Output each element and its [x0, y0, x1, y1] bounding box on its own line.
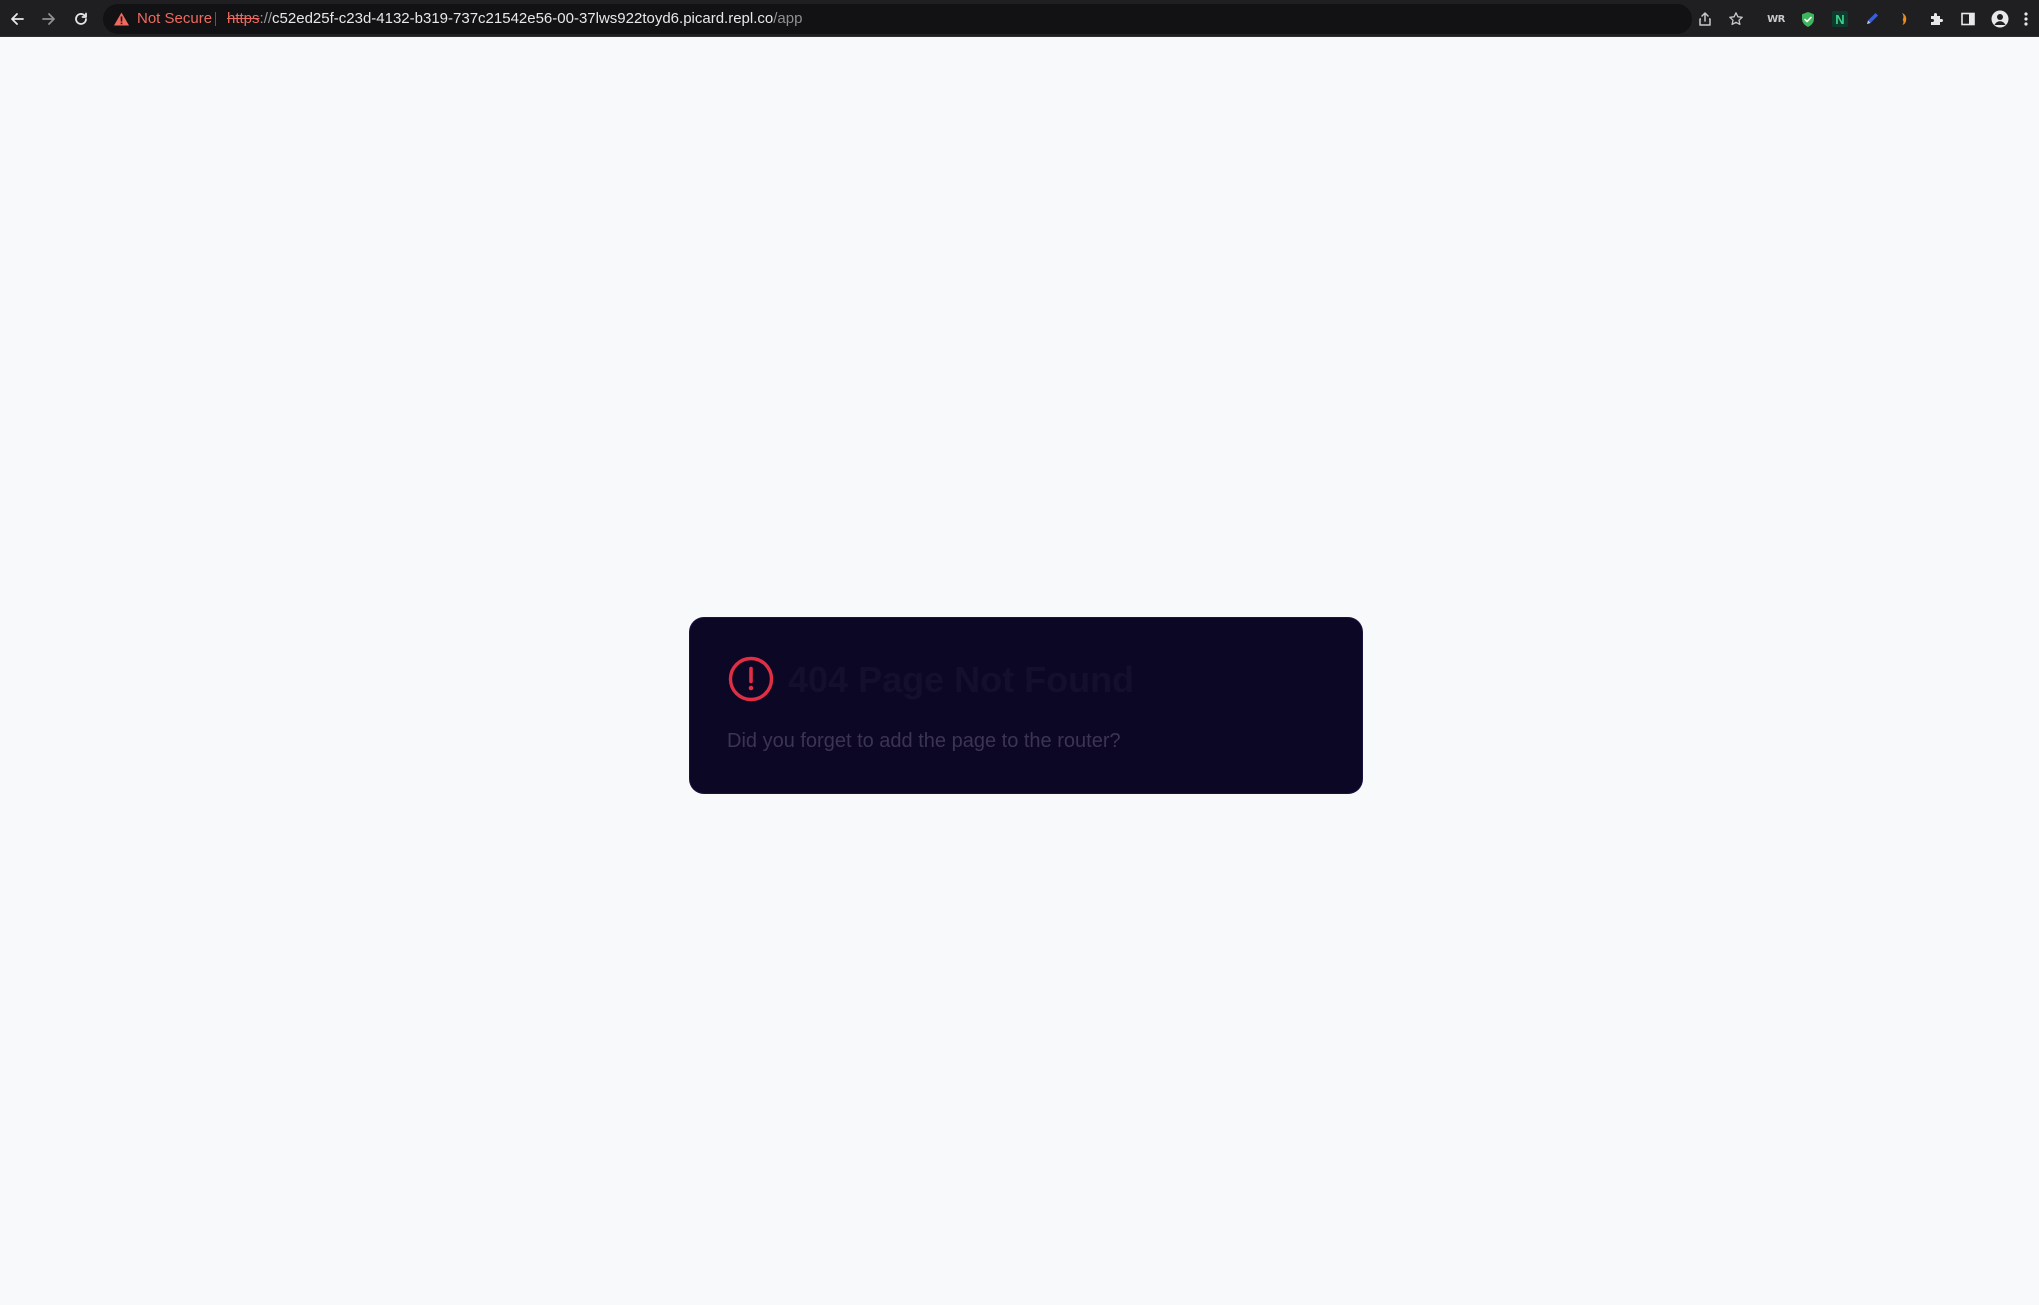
menu-button[interactable]: [2017, 8, 2035, 30]
profile-button[interactable]: [1989, 8, 2011, 30]
extension-pen-button[interactable]: [1861, 8, 1883, 30]
wr-extension-icon: WR: [1767, 13, 1785, 25]
side-panel-button[interactable]: [1957, 8, 1979, 30]
star-icon: [1729, 12, 1743, 26]
address-bar[interactable]: Not Secure https://c52ed25f-c23d-4132-b3…: [103, 4, 1692, 34]
reload-icon: [75, 12, 87, 25]
avatar-icon: [1991, 10, 2009, 28]
side-panel-icon: [1961, 12, 1975, 26]
extension-shield-button[interactable]: [1797, 8, 1819, 30]
alert-circle-icon: [728, 656, 774, 702]
extension-n-button[interactable]: N: [1829, 8, 1851, 30]
shield-check-icon: [1802, 11, 1814, 27]
arrow-left-icon: [11, 13, 24, 25]
forward-button[interactable]: [36, 6, 62, 32]
share-button[interactable]: [1694, 8, 1716, 30]
extension-orange-button[interactable]: [1893, 8, 1915, 30]
puzzle-icon: [1931, 13, 1943, 25]
url-scheme: https: [227, 10, 260, 27]
arrow-right-icon: [42, 13, 55, 25]
error-card: 404 Page Not Found Did you forget to add…: [690, 618, 1362, 793]
back-button[interactable]: [4, 6, 30, 32]
flame-icon: [1902, 13, 1907, 25]
reload-button[interactable]: [68, 6, 94, 32]
security-label[interactable]: Not Secure: [137, 11, 212, 27]
n-extension-icon: N: [1832, 11, 1848, 27]
url-text[interactable]: https://c52ed25f-c23d-4132-b319-737c2154…: [227, 11, 802, 27]
url-scheme-separator: ://: [259, 10, 273, 27]
browser-toolbar: Not Secure https://c52ed25f-c23d-4132-b3…: [0, 0, 2039, 37]
url-path: /app: [773, 10, 803, 27]
extensions-button[interactable]: [1925, 8, 1947, 30]
bookmark-button[interactable]: [1725, 8, 1747, 30]
error-message: Did you forget to add the page to the ro…: [727, 730, 1121, 752]
extension-wr-button[interactable]: WR: [1765, 8, 1787, 30]
address-divider: [215, 12, 216, 26]
url-host: c52ed25f-c23d-4132-b319-737c21542e56-00-…: [272, 10, 774, 27]
warning-triangle-icon: [114, 12, 129, 26]
kebab-menu-icon: [2024, 12, 2028, 26]
share-icon: [1699, 12, 1711, 26]
pen-icon: [1867, 13, 1878, 24]
error-title: 404 Page Not Found: [788, 659, 1135, 700]
